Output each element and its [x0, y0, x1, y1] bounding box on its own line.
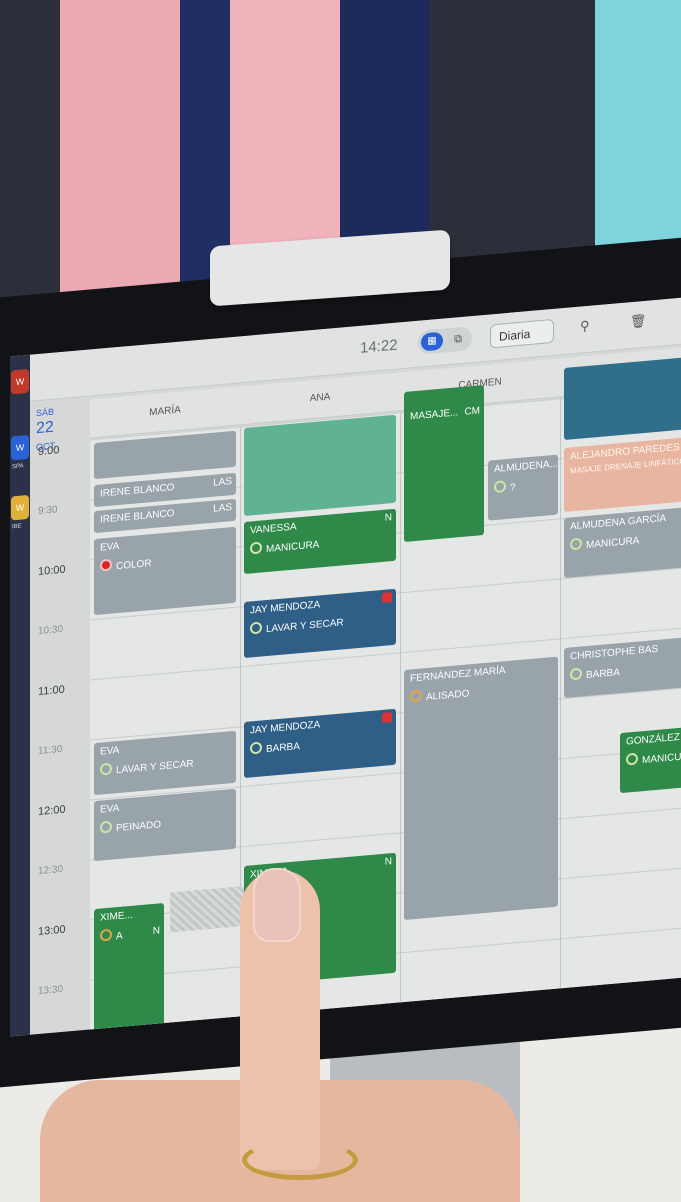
alert-icon: [382, 712, 392, 723]
agenda-app-screen: W W SPA W IBE 14:22 ▦ ⧉ Diaria ⚲ 🗑 ☰ SÁB…: [10, 295, 681, 1037]
sidebar-label-spa: SPA: [12, 463, 24, 471]
booth-panel-navy-right: [340, 0, 430, 260]
appointment-flag: N: [384, 856, 392, 868]
hour-label: 11:00: [38, 683, 65, 699]
appointment-client: ALMUDENA...: [494, 458, 558, 476]
tablet: W W SPA W IBE 14:22 ▦ ⧉ Diaria ⚲ 🗑 ☰ SÁB…: [0, 233, 681, 1091]
hour-label: 10:00: [38, 563, 66, 579]
fingernail: [253, 868, 301, 942]
hour-label: 9:00: [38, 444, 60, 459]
booth-panel-pink-right: [230, 0, 340, 270]
hour-label: 9:30: [38, 504, 58, 518]
appointment-client: GONZÁLEZ L.: [626, 731, 681, 748]
appointment-eva-color[interactable]: EVA COLOR: [94, 526, 236, 616]
appointment-christophe[interactable]: CHRISTOPHE BAS BARBA: [564, 635, 681, 699]
appointment-alejandro-masaje[interactable]: ALEJANDRO PAREDES MASAJE DRENAJE LINFÁTI…: [564, 435, 681, 513]
hour-label: 11:30: [38, 743, 63, 758]
appointment-client: CHRISTOPHE BAS: [570, 643, 659, 663]
sidebar-label-ibe: IBE: [12, 523, 22, 531]
hour-label: 12:00: [38, 803, 66, 819]
hour-label: 12:30: [38, 863, 64, 878]
appointment-vanessa[interactable]: VANESSA MANICURA N: [244, 508, 396, 575]
gold-ring: [242, 1140, 358, 1180]
alert-icon: [382, 592, 392, 603]
appointment-flag: N: [384, 512, 392, 524]
appointment-carmen-masaje[interactable]: MASAJE... CM: [404, 385, 484, 543]
appointment-service: PEINADO: [100, 810, 230, 835]
appointment-eva-lavar[interactable]: EVA LAVAR Y SECAR: [94, 730, 236, 796]
appointment-client: XIME...: [100, 909, 133, 924]
view-toggle[interactable]: ▦ ⧉: [418, 326, 472, 355]
calendar-icon[interactable]: ▦: [421, 331, 443, 352]
view-select[interactable]: Diaria: [490, 318, 554, 349]
clock-time: 14:22: [360, 336, 398, 357]
appointment-flag: N: [152, 925, 160, 938]
column-divider: [560, 398, 561, 999]
brand-logo-1[interactable]: W: [11, 368, 29, 395]
appointment-client: IRENE BLANCO: [100, 508, 175, 526]
trash-icon[interactable]: 🗑: [630, 313, 647, 330]
column-divider: [400, 412, 401, 1013]
appointment-client: ALMUDENA GARCÍA: [570, 513, 667, 533]
hour-label: 13:30: [38, 983, 64, 998]
appointment-jay-lavar[interactable]: JAY MENDOZA LAVAR Y SECAR: [244, 588, 396, 659]
appointment-service: LAVAR Y SECAR: [100, 752, 230, 777]
appointment-almudena-garcia[interactable]: ALMUDENA GARCÍA MANICURA: [564, 505, 681, 579]
appointment-service: ?: [494, 476, 552, 495]
appointment-block-teal[interactable]: [564, 355, 681, 441]
brand-logo-spa[interactable]: W: [11, 434, 29, 461]
brand-logo-ibe[interactable]: W: [11, 494, 29, 521]
appointment-flag: CM: [464, 405, 480, 418]
hour-label: 13:00: [38, 923, 66, 939]
hour-label: 10:30: [38, 623, 64, 638]
date-weekday: SÁB: [36, 406, 55, 419]
appointment-tag: LAS: [213, 502, 232, 515]
appointment-service: MANICUR: [626, 747, 681, 768]
appointment-service: COLOR: [100, 548, 230, 573]
appointment-block-mint[interactable]: [244, 414, 396, 517]
photo-scene: W W SPA W IBE 14:22 ▦ ⧉ Diaria ⚲ 🗑 ☰ SÁB…: [0, 0, 681, 1202]
appointment-jay-barba[interactable]: JAY MENDOZA BARBA: [244, 708, 396, 779]
appointment-service: A: [100, 925, 158, 944]
appointment-fernandez[interactable]: FERNÁNDEZ MARÍA ALISADO: [404, 656, 558, 921]
list-icon[interactable]: ⧉: [448, 329, 468, 349]
appointment-eva-peinado[interactable]: EVA PEINADO: [94, 788, 236, 862]
appointment-xime[interactable]: XIME... A N: [94, 903, 164, 1037]
appointment-client: IRENE BLANCO: [100, 482, 175, 500]
sidebar: W W SPA W IBE: [10, 354, 30, 1037]
appointment-gonzalez[interactable]: GONZÁLEZ L. MANICUR: [620, 725, 681, 794]
date-day: 22: [36, 418, 54, 438]
booth-panel-pink: [60, 0, 180, 320]
schedule-grid[interactable]: IRENE BLANCO LAS IRENE BLANCO LAS EVA CO…: [90, 355, 681, 1037]
blocked-time: [170, 886, 244, 933]
pin-icon[interactable]: ⚲: [580, 318, 590, 335]
appointment-almudena[interactable]: ALMUDENA... ?: [488, 454, 558, 521]
appointment-tag: LAS: [213, 476, 232, 489]
